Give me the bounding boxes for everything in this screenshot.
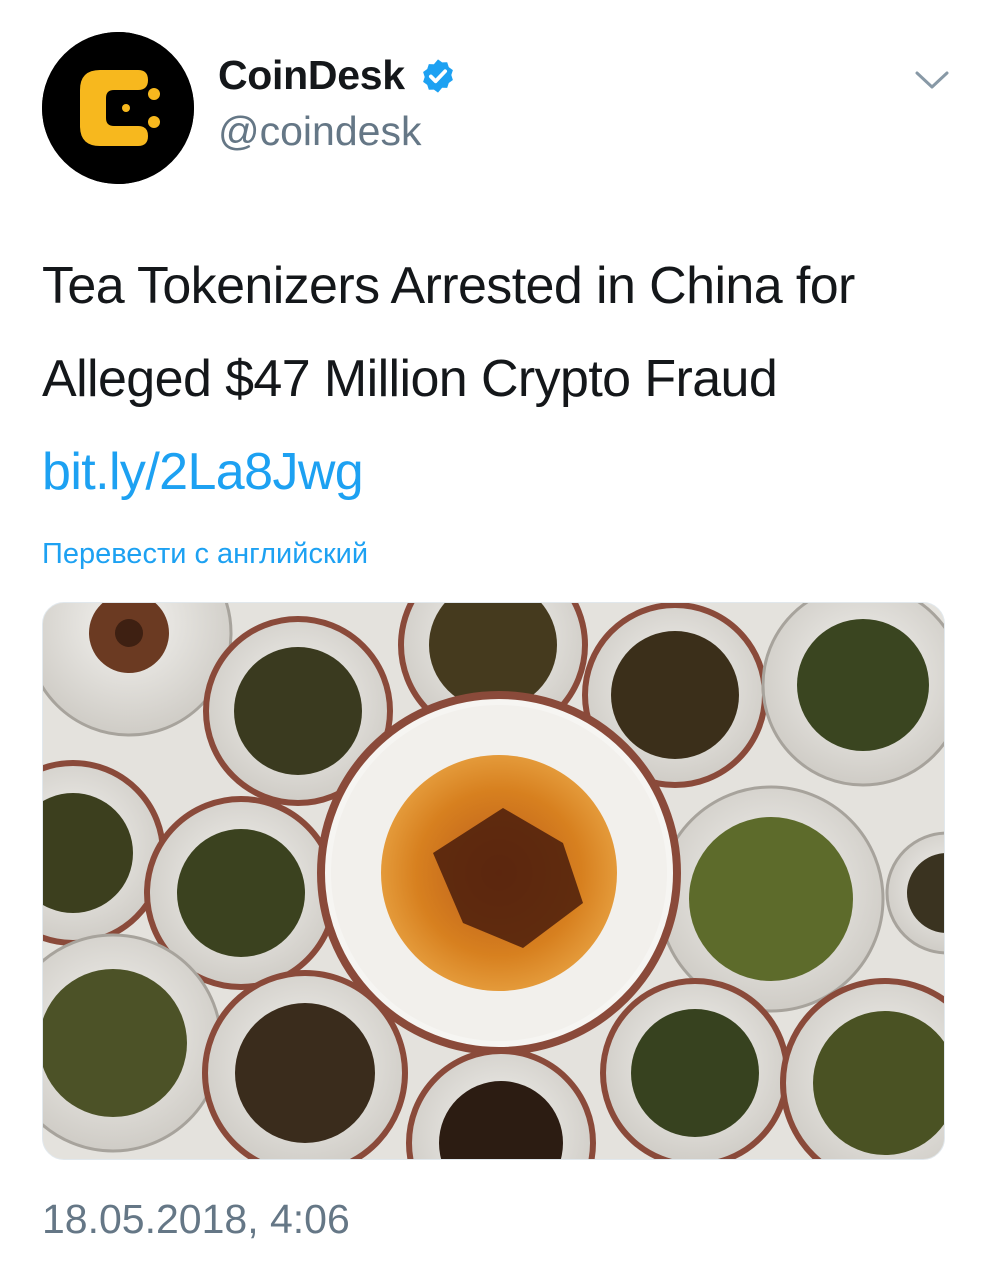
verified-badge-icon [422, 58, 453, 93]
tweet-text: Tea Tokenizers Arrested in China for All… [42, 240, 942, 519]
tweet-image[interactable] [42, 602, 945, 1160]
avatar[interactable] [42, 32, 194, 184]
tea-bowls-photo [43, 603, 944, 1159]
translate-link[interactable]: Перевести с английский [42, 538, 368, 571]
tweet-body: Tea Tokenizers Arrested in China for All… [42, 257, 855, 408]
tweet-link[interactable]: bit.ly/2La8Jwg [42, 443, 364, 501]
display-name[interactable]: CoinDesk [218, 52, 457, 99]
coindesk-logo-icon [42, 32, 194, 184]
chevron-down-icon[interactable] [914, 68, 950, 92]
tweet-timestamp[interactable]: 18.05.2018, 4:06 [42, 1196, 350, 1243]
display-name-text: CoinDesk [218, 52, 405, 98]
user-handle[interactable]: @coindesk [218, 108, 421, 155]
